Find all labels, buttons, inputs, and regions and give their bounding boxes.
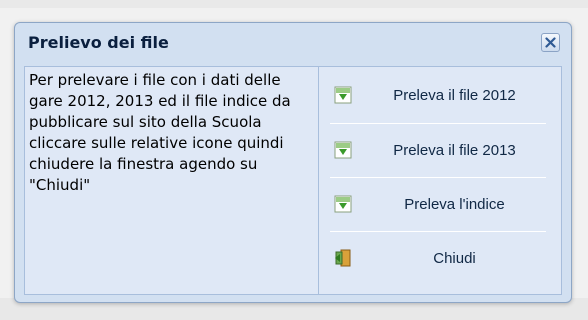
download-index-label: Preleva l'indice xyxy=(404,195,505,213)
download-2013-button[interactable]: Preleva il file 2013 xyxy=(320,124,561,176)
close-icon xyxy=(545,37,556,48)
download-icon xyxy=(334,86,352,104)
close-dialog-label: Chiudi xyxy=(433,249,476,267)
close-dialog-button[interactable]: Chiudi xyxy=(320,232,561,284)
download-2012-button[interactable]: Preleva il file 2012 xyxy=(320,69,561,121)
exit-door-icon xyxy=(335,249,351,267)
background-strip xyxy=(0,0,588,8)
download-icon xyxy=(334,195,352,213)
download-index-button[interactable]: Preleva l'indice xyxy=(320,178,561,230)
download-2012-label: Preleva il file 2012 xyxy=(393,86,516,104)
dialog-title: Prelievo dei file xyxy=(28,33,169,52)
download-2013-label: Preleva il file 2013 xyxy=(393,141,516,159)
download-icon xyxy=(334,141,352,159)
close-button[interactable] xyxy=(541,33,560,52)
dialog-body: Per prelevare i file con i dati delle ga… xyxy=(24,66,562,295)
dialog-titlebar: Prelievo dei file xyxy=(15,23,571,63)
instructions-text: Per prelevare i file con i dati delle ga… xyxy=(25,67,319,294)
action-list: Preleva il file 2012 Preleva il file 201… xyxy=(320,67,561,294)
file-download-dialog: Prelievo dei file Per prelevare i file c… xyxy=(14,22,572,303)
